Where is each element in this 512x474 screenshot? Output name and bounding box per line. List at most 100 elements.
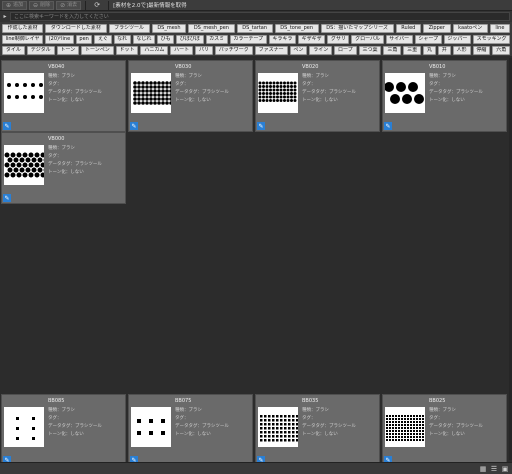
material-meta: 種類：ブラシ タグ： データタグ：ブラシツール トーン化：しない — [429, 73, 483, 105]
tag-button[interactable]: トーンペン — [81, 46, 114, 55]
tag-button[interactable]: ギザギザ — [297, 35, 326, 44]
brush-pen-icon: ✎ — [3, 122, 11, 130]
tag-button[interactable]: グサリ — [327, 35, 350, 44]
meta-line: データタグ：ブラシツール — [429, 90, 483, 95]
tag-button[interactable]: DS_tone_pen — [274, 24, 319, 33]
tag-button[interactable]: 人形 — [452, 46, 471, 55]
material-meta: 種類：ブラシ タグ： データタグ：ブラシツール トーン化：しない — [48, 145, 102, 177]
material-meta: 種類：ブラシ タグ： データタグ：ブラシツール トーン化：しない — [175, 407, 229, 439]
tag-button[interactable]: ひも — [157, 35, 175, 44]
material-card[interactable]: VB000 種類：ブラシ タグ： データタグ：ブラシツール トーン化：しない ✎ — [1, 132, 126, 204]
tag-button[interactable]: シャープ — [414, 35, 442, 44]
tag-button[interactable]: 三つ葉 — [358, 46, 382, 55]
tag-button[interactable]: line — [489, 24, 511, 33]
tag-button[interactable]: なじれ — [132, 35, 156, 44]
tag-button[interactable]: ブラシツール — [108, 24, 150, 33]
tag-button[interactable]: 井 — [437, 46, 451, 55]
tag-button[interactable]: タイル — [2, 46, 25, 55]
trash-icon: ⊘ — [60, 1, 66, 9]
tag-button[interactable]: ハニカム — [140, 46, 169, 55]
tag-button[interactable]: kaatoペン — [452, 24, 488, 33]
tag-button[interactable]: 停縮 — [472, 46, 491, 55]
tag-button[interactable]: pen — [75, 35, 93, 44]
tag-button[interactable]: デジタル — [26, 46, 55, 55]
material-name: BB085 — [48, 398, 65, 404]
meta-line: タグ： — [302, 416, 316, 421]
material-card[interactable]: VB040 種類：ブラシ タグ： データタグ：ブラシツール トーン化：しない ✎ — [1, 60, 126, 132]
list-view-icon[interactable]: ☰ — [490, 465, 498, 473]
meta-line: データタグ：ブラシツール — [302, 424, 356, 429]
search-toggle-icon[interactable]: ▸ — [0, 11, 10, 22]
tag-button[interactable]: パッチワーク — [214, 46, 253, 55]
tag-button[interactable]: DS_mesh — [151, 24, 187, 33]
tag-button[interactable]: ダウンロードした素材 — [45, 24, 107, 33]
material-card[interactable]: BB075 種類：ブラシ タグ： データタグ：ブラシツール トーン化：しない ✎ — [128, 394, 253, 466]
material-card[interactable]: VB030 種類：ブラシ タグ： データタグ：ブラシツール トーン化：しない ✎ — [128, 60, 253, 132]
tag-button[interactable]: ジッパー — [443, 35, 471, 44]
tag-button[interactable]: Zipper — [422, 24, 451, 33]
remove-button[interactable]: ⊖ 削除 — [29, 0, 55, 10]
tag-button[interactable]: DS：描いたマップシリーズ — [320, 24, 394, 33]
tag-button[interactable]: カラーテープ — [229, 35, 267, 44]
material-card[interactable]: BB085 種類：ブラシ タグ： データタグ：ブラシツール トーン化：しない ✎ — [1, 394, 126, 466]
meta-line: タグ： — [302, 82, 316, 87]
tag-button[interactable]: トーン — [56, 46, 80, 55]
material-card[interactable]: BB025 種類：ブラシ タグ： データタグ：ブラシツール トーン化：しない ✎ — [382, 394, 507, 466]
material-thumbnail — [258, 407, 298, 447]
tag-button[interactable]: ペン — [289, 46, 308, 55]
material-thumbnail — [258, 73, 298, 113]
tag-button[interactable]: 三重 — [403, 46, 422, 55]
tag-button[interactable]: Ruled — [395, 24, 421, 33]
tag-button[interactable]: 作成した素材 — [2, 24, 44, 33]
status-text: [素材を2.0で]最新情報を取得 — [113, 3, 187, 9]
add-button[interactable]: ⊕ 追加 — [2, 0, 28, 10]
search-input[interactable] — [10, 12, 510, 21]
tag-button[interactable]: ライン — [309, 46, 333, 55]
material-thumbnail — [385, 407, 425, 447]
tag-button[interactable]: line制御レイヤ — [2, 35, 44, 44]
large-view-icon[interactable]: ▣ — [501, 465, 509, 473]
tag-button[interactable]: ドット — [115, 46, 139, 55]
tag-button[interactable]: 丸 — [423, 46, 436, 55]
tag-button[interactable]: 三角 — [383, 46, 402, 55]
meta-line: タグ： — [48, 82, 62, 87]
tag-button[interactable]: パリ — [195, 46, 213, 55]
brush-pen-icon: ✎ — [384, 122, 392, 130]
meta-line: 種類：ブラシ — [302, 408, 329, 413]
delete-button[interactable]: ⊘ 消去 — [56, 0, 82, 10]
tag-button[interactable]: ロープ — [334, 46, 357, 55]
tag-button[interactable]: DS_tartan — [236, 24, 273, 33]
tag-button[interactable]: ぴぽぴぽ — [176, 35, 204, 44]
meta-line: タグ： — [48, 154, 62, 159]
material-thumbnail — [131, 73, 171, 113]
material-card[interactable]: VB010 種類：ブラシ タグ： データタグ：ブラシツール トーン化：しない ✎ — [382, 60, 507, 132]
meta-line: データタグ：ブラシツール — [429, 424, 483, 429]
material-card[interactable]: BB035 種類：ブラシ タグ： データタグ：ブラシツール トーン化：しない ✎ — [255, 394, 380, 466]
toolbar: ⊕ 追加 ⊖ 削除 ⊘ 消去 ⟳ [素材を2.0で]最新情報を取得 — [0, 0, 512, 11]
tag-row: タイル デジタル トーン トーンペン ドット ハニカム ハート パリ パッチワーク ファスナー ペン… — [2, 46, 511, 55]
tag-button[interactable]: DS_mesh_pen — [188, 24, 235, 33]
material-name: VB030 — [175, 64, 192, 70]
tag-button[interactable]: (20)ᵖline — [45, 35, 74, 44]
tag-button[interactable]: 六角 — [492, 46, 511, 55]
meta-line: トーン化：しない — [48, 432, 84, 437]
material-thumbnail — [4, 73, 44, 113]
tag-button[interactable]: ハート — [170, 46, 194, 55]
tag-button[interactable]: ファスナー — [254, 46, 288, 55]
meta-line: トーン化：しない — [175, 432, 211, 437]
meta-line: データタグ：ブラシツール — [48, 162, 102, 167]
tag-button[interactable]: スモッキング — [472, 35, 511, 44]
tag-button[interactable]: キラキラ — [268, 35, 296, 44]
tag-button[interactable]: えぐ — [94, 35, 112, 44]
meta-line: トーン化：しない — [429, 432, 465, 437]
material-card[interactable]: VB020 種類：ブラシ タグ： データタグ：ブラシツール トーン化：しない ✎ — [255, 60, 380, 132]
grid-view-icon[interactable]: ▦ — [479, 465, 487, 473]
add-icon: ⊕ — [6, 1, 12, 9]
tag-button[interactable]: カスミ — [205, 35, 228, 44]
tag-button[interactable]: グローバル — [351, 35, 384, 44]
meta-line: データタグ：ブラシツール — [175, 424, 229, 429]
tag-button[interactable]: サイバー — [385, 35, 413, 44]
refresh-icon[interactable]: ⟳ — [90, 1, 104, 10]
tag-button[interactable]: なれ — [113, 35, 131, 44]
material-thumbnail — [131, 407, 171, 447]
